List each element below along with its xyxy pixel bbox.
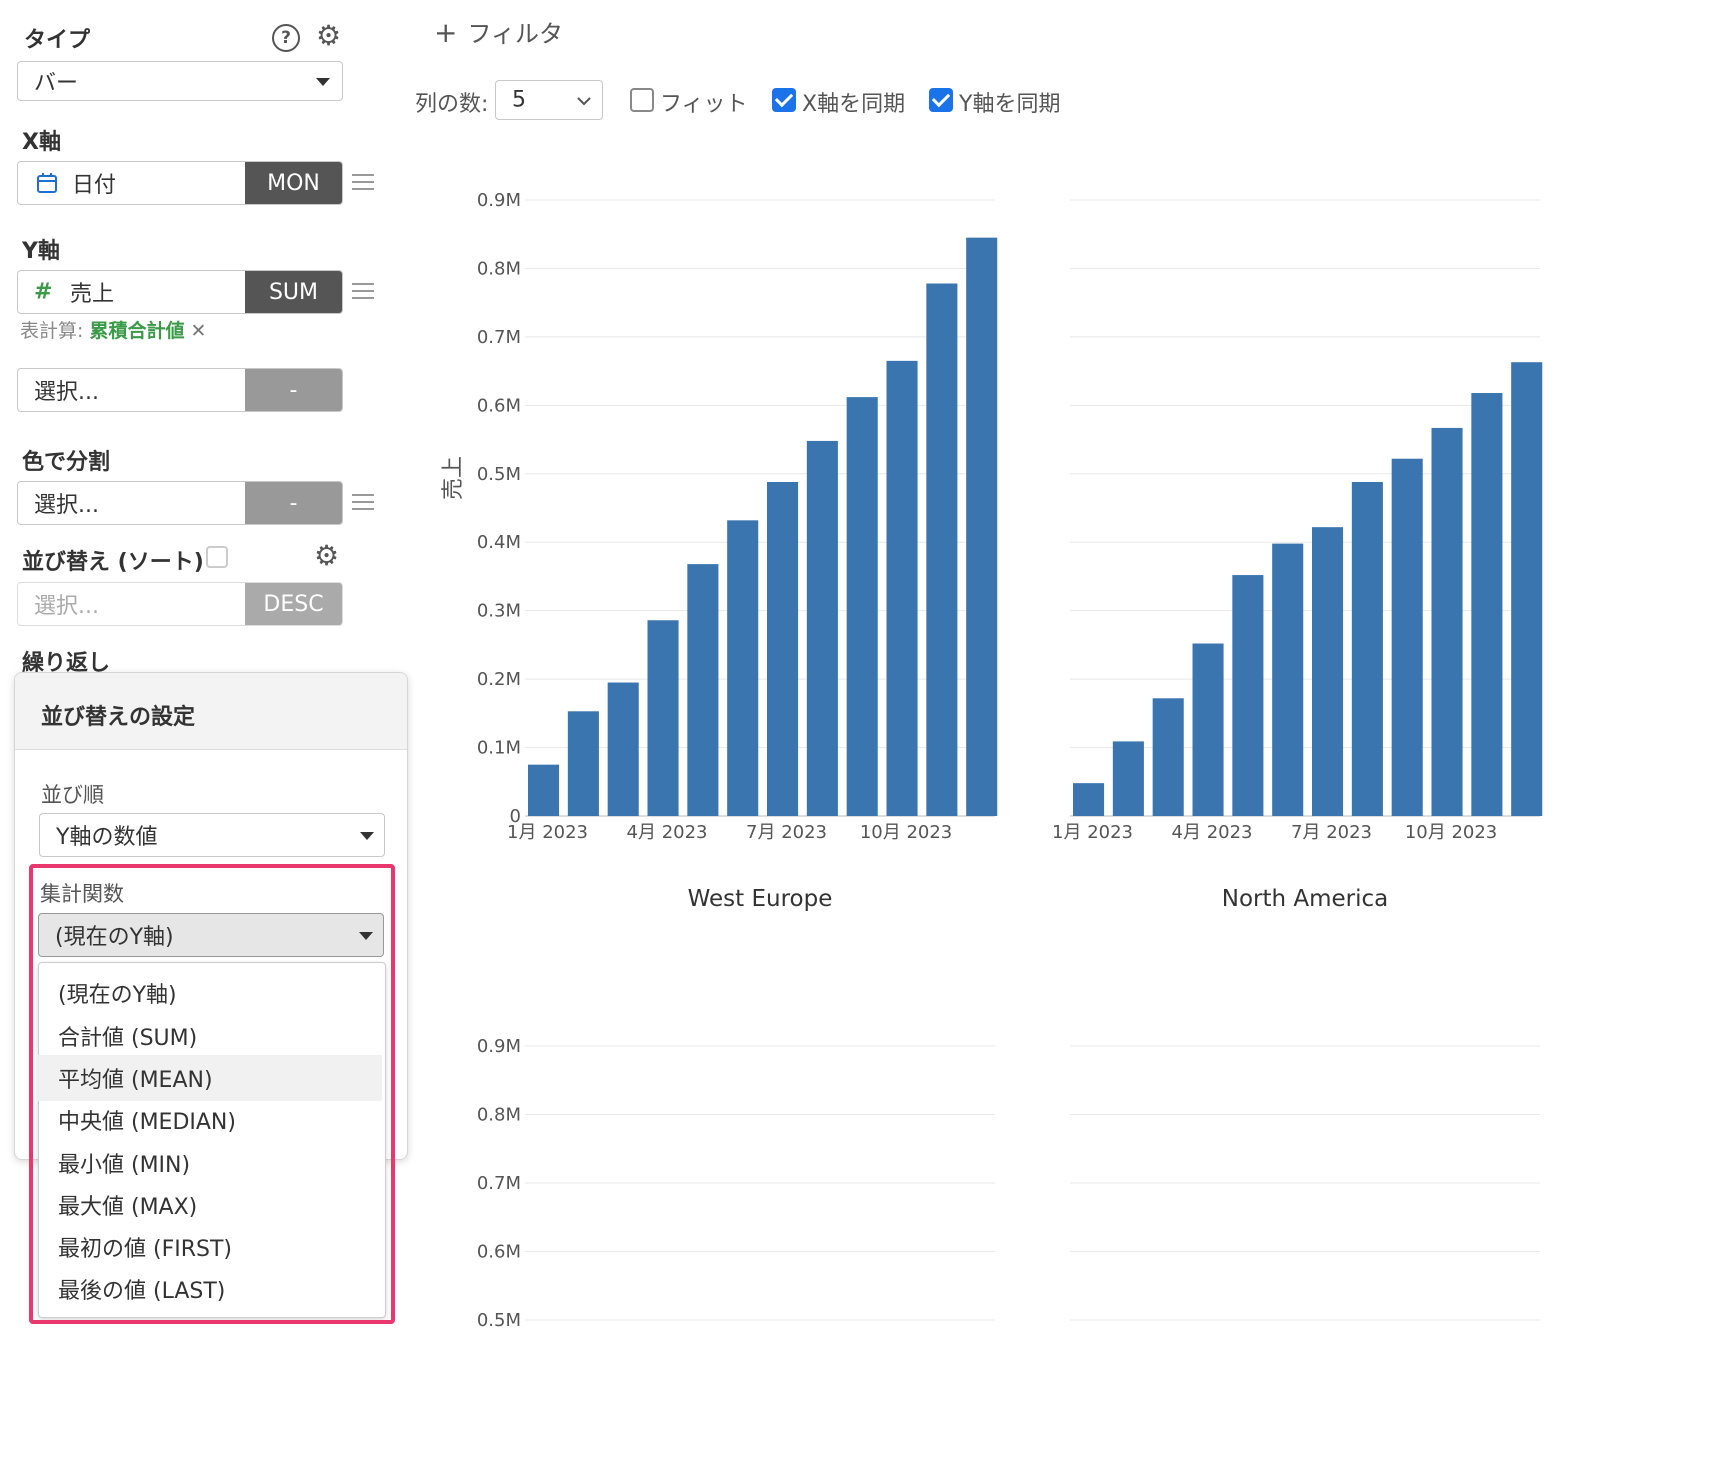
y-tick-label: 0.6M [477,1242,521,1263]
bar [886,360,918,816]
bar [1511,362,1543,816]
y-tick-label: 0.9M [477,1036,521,1057]
bar [1351,481,1383,816]
y-tick-label: 0.1M [477,738,521,759]
bar [926,283,958,817]
bar [607,682,639,816]
x-tick-label: 10月 2023 [1405,822,1497,843]
bar [1272,543,1304,816]
bar [1312,527,1344,816]
y-tick-label: 0.4M [477,532,521,553]
y-tick-label: 0.7M [477,1173,521,1194]
bar [1232,575,1264,816]
y-tick-label: 0.8M [477,1105,521,1126]
x-tick-label: 4月 2023 [1172,822,1253,843]
bar [647,620,679,816]
y-tick-label: 0.2M [477,669,521,690]
bar [528,764,560,816]
y-tick-label: 0.5M [477,1310,521,1331]
bar [1431,427,1463,816]
bar [846,397,878,816]
bar [1112,741,1144,816]
bar [806,440,838,816]
charts-area: 00.1M0.2M0.3M0.4M0.5M0.6M0.7M0.8M0.9M1月 … [441,190,1543,1331]
y-tick-label: 0.9M [477,190,521,211]
y-tick-label: 0.6M [477,395,521,416]
x-tick-label: 1月 2023 [507,822,588,843]
y-axis-label: 売上 [441,456,466,500]
bar [1152,698,1184,816]
y-tick-label: 0.7M [477,327,521,348]
x-tick-label: 1月 2023 [1052,822,1133,843]
bar [1192,643,1224,816]
x-tick-label: 4月 2023 [627,822,708,843]
bar [727,520,759,816]
bar [767,481,799,816]
bar [1471,393,1503,816]
chart-title: West Europe [688,886,833,912]
bar [1391,458,1423,816]
chart-title: North America [1222,886,1389,912]
x-tick-label: 7月 2023 [1291,822,1372,843]
y-tick-label: 0.3M [477,601,521,622]
x-tick-label: 10月 2023 [860,822,952,843]
bar [687,564,719,816]
x-tick-label: 7月 2023 [746,822,827,843]
y-tick-label: 0.5M [477,464,521,485]
bar [966,237,998,817]
bar [567,711,599,816]
bar [1073,783,1105,816]
y-tick-label: 0.8M [477,258,521,279]
